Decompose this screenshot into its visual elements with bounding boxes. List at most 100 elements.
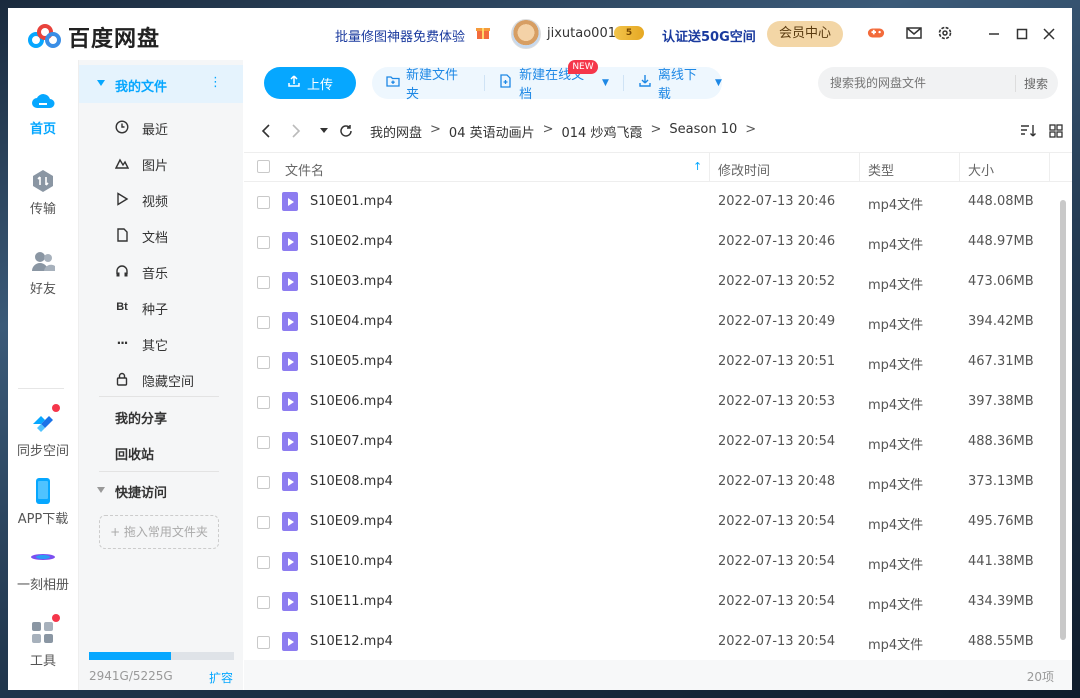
breadcrumb-item[interactable]: 我的网盘 — [370, 122, 422, 141]
rail-item-app-download[interactable]: APP下载 — [8, 478, 78, 527]
file-name[interactable]: S10E12.mp4 — [310, 634, 393, 649]
collapse-arrow-icon[interactable] — [97, 80, 105, 86]
sidebar-item-my-share[interactable]: 我的分享 — [115, 408, 167, 427]
sidebar-item-torrents[interactable]: Bt 种子 — [79, 289, 243, 325]
file-name[interactable]: S10E09.mp4 — [310, 514, 393, 529]
file-name[interactable]: S10E08.mp4 — [310, 474, 393, 489]
scrollbar-thumb[interactable] — [1060, 200, 1066, 640]
table-row[interactable]: S10E09.mp4 2022-07-13 20:54 mp4文件 495.76MB — [244, 502, 1056, 542]
row-checkbox[interactable] — [257, 516, 270, 529]
grid-view-icon[interactable] — [1048, 123, 1064, 139]
table-row[interactable]: S10E08.mp4 2022-07-13 20:48 mp4文件 373.13MB — [244, 462, 1056, 502]
row-checkbox[interactable] — [257, 436, 270, 449]
row-checkbox[interactable] — [257, 596, 270, 609]
refresh-icon[interactable] — [338, 123, 354, 139]
maximize-icon[interactable] — [1012, 24, 1032, 44]
column-divider[interactable] — [959, 153, 960, 181]
avatar[interactable] — [511, 19, 541, 49]
row-checkbox[interactable] — [257, 396, 270, 409]
breadcrumb-item[interactable]: 04 英语动画片 — [449, 122, 535, 141]
table-row[interactable]: S10E12.mp4 2022-07-13 20:54 mp4文件 488.55MB — [244, 622, 1056, 662]
sidebar-item-documents[interactable]: 文档 — [79, 217, 243, 253]
sidebar-item-recent[interactable]: 最近 — [79, 109, 243, 145]
file-name[interactable]: S10E05.mp4 — [310, 354, 393, 369]
breadcrumb-item[interactable]: 014 炒鸡飞霞 — [562, 122, 643, 141]
dropdown-caret-icon[interactable]: ▼ — [602, 78, 609, 88]
table-row[interactable]: S10E05.mp4 2022-07-13 20:51 mp4文件 467.31MB — [244, 342, 1056, 382]
minimize-icon[interactable] — [984, 24, 1004, 44]
drop-folder-zone[interactable]: + 拖入常用文件夹 — [99, 515, 219, 549]
row-checkbox[interactable] — [257, 316, 270, 329]
row-checkbox[interactable] — [257, 636, 270, 649]
table-row[interactable]: S10E07.mp4 2022-07-13 20:54 mp4文件 488.36MB — [244, 422, 1056, 462]
expand-storage-link[interactable]: 扩容 — [209, 669, 233, 686]
table-row[interactable]: S10E01.mp4 2022-07-13 20:46 mp4文件 448.08MB — [244, 182, 1056, 222]
column-header-size[interactable]: 大小 — [968, 160, 994, 179]
table-row[interactable]: S10E04.mp4 2022-07-13 20:49 mp4文件 394.42MB — [244, 302, 1056, 342]
sidebar-item-other[interactable]: ··· 其它 — [79, 325, 243, 361]
file-name[interactable]: S10E11.mp4 — [310, 594, 393, 609]
rail-item-album[interactable]: 一刻相册 — [8, 544, 78, 593]
dropdown-caret-icon[interactable]: ▼ — [715, 78, 722, 88]
mail-icon[interactable] — [905, 24, 923, 42]
row-checkbox[interactable] — [257, 236, 270, 249]
sidebar-item-music[interactable]: 音乐 — [79, 253, 243, 289]
sidebar-item-my-files[interactable]: 我的文件 ⋮ — [79, 65, 243, 103]
table-row[interactable]: S10E02.mp4 2022-07-13 20:46 mp4文件 448.97MB — [244, 222, 1056, 262]
breadcrumb-item[interactable]: Season 10 — [669, 122, 737, 141]
offline-download-button[interactable]: 离线下载 ▼ — [638, 64, 722, 102]
column-header-modified[interactable]: 修改时间 — [718, 160, 770, 179]
table-row[interactable]: S10E06.mp4 2022-07-13 20:53 mp4文件 397.38MB — [244, 382, 1056, 422]
column-divider[interactable] — [709, 153, 710, 181]
row-checkbox[interactable] — [257, 196, 270, 209]
table-row[interactable]: S10E03.mp4 2022-07-13 20:52 mp4文件 473.06MB — [244, 262, 1056, 302]
settings-gear-icon[interactable] — [936, 24, 954, 42]
quick-access-label[interactable]: 快捷访问 — [115, 482, 167, 501]
rail-item-home[interactable]: 首页 — [8, 88, 78, 137]
new-folder-button[interactable]: 新建文件夹 — [386, 64, 470, 102]
file-name[interactable]: S10E06.mp4 — [310, 394, 393, 409]
forward-arrow-icon[interactable] — [288, 123, 304, 139]
column-divider[interactable] — [859, 153, 860, 181]
sidebar-item-hidden-space[interactable]: 隐藏空间 — [79, 361, 243, 397]
sidebar-item-images[interactable]: 图片 — [79, 145, 243, 181]
row-checkbox[interactable] — [257, 556, 270, 569]
file-name[interactable]: S10E02.mp4 — [310, 234, 393, 249]
row-checkbox[interactable] — [257, 476, 270, 489]
gamepad-icon[interactable] — [867, 24, 885, 42]
column-header-type[interactable]: 类型 — [868, 160, 894, 179]
history-dropdown-icon[interactable] — [316, 123, 332, 139]
file-name[interactable]: S10E04.mp4 — [310, 314, 393, 329]
file-name[interactable]: S10E07.mp4 — [310, 434, 393, 449]
back-arrow-icon[interactable] — [258, 123, 274, 139]
file-name[interactable]: S10E10.mp4 — [310, 554, 393, 569]
username[interactable]: jixutao001 — [547, 26, 616, 41]
select-all-checkbox[interactable] — [257, 160, 270, 173]
table-row[interactable]: S10E11.mp4 2022-07-13 20:54 mp4文件 434.39MB — [244, 582, 1056, 622]
gift-icon[interactable] — [475, 24, 491, 40]
quick-access-arrow-icon[interactable] — [97, 487, 105, 493]
vip-center-button[interactable]: 会员中心 — [767, 21, 843, 47]
verify-link[interactable]: 认证送50G空间 — [662, 26, 756, 45]
vertical-scrollbar[interactable] — [1056, 182, 1070, 644]
rail-item-friends[interactable]: 好友 — [8, 248, 78, 297]
more-dots-icon[interactable]: ⋮ — [209, 75, 222, 90]
rail-item-sync-space[interactable]: 同步空间 — [8, 404, 78, 459]
sort-icon[interactable] — [1020, 123, 1036, 139]
table-row[interactable]: S10E10.mp4 2022-07-13 20:54 mp4文件 441.38MB — [244, 542, 1056, 582]
search-input[interactable] — [830, 76, 1015, 90]
row-checkbox[interactable] — [257, 276, 270, 289]
promo-link[interactable]: 批量修图神器免费体验 — [335, 26, 465, 45]
rail-item-tools[interactable]: 工具 — [8, 614, 78, 669]
rail-item-transfer[interactable]: 传输 — [8, 168, 78, 217]
column-header-name[interactable]: 文件名 — [285, 160, 324, 179]
row-checkbox[interactable] — [257, 356, 270, 369]
sidebar-item-videos[interactable]: 视频 — [79, 181, 243, 217]
sort-up-arrow-icon[interactable]: ↑ — [693, 160, 702, 173]
upload-button[interactable]: 上传 — [264, 67, 356, 99]
file-name[interactable]: S10E01.mp4 — [310, 194, 393, 209]
column-divider[interactable] — [1049, 153, 1050, 181]
sidebar-item-recycle-bin[interactable]: 回收站 — [115, 444, 154, 463]
file-name[interactable]: S10E03.mp4 — [310, 274, 393, 289]
close-icon[interactable] — [1039, 24, 1059, 44]
